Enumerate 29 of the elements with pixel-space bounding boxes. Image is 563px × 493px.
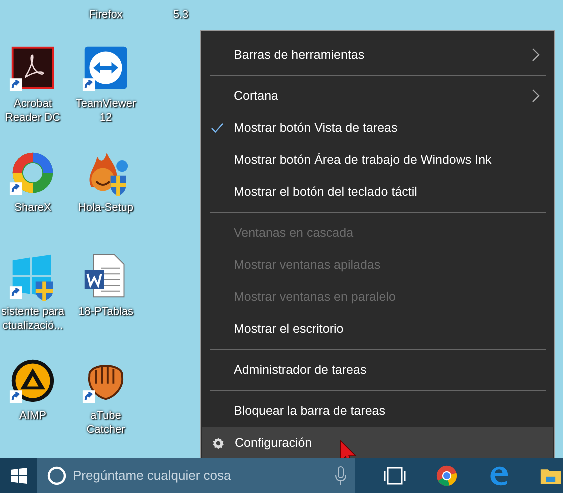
menu-item[interactable]: Cortana [201,80,554,112]
browser-icon[interactable] [435,464,459,486]
menu-item[interactable]: Barras de herramientas [201,39,554,71]
desktop-icon-label: AIMP [20,409,46,423]
menu-item[interactable]: Administrador de tareas [201,354,554,386]
desktop-icon-label: ShareX [14,201,52,215]
menu-item[interactable]: Mostrar botón Vista de tareas [201,112,554,144]
menu-item[interactable]: Mostrar el escritorio [201,313,554,345]
menu-item[interactable]: Mostrar el botón del teclado táctil [201,176,554,208]
desktop-icon-label: Firefox [89,8,123,22]
search-field[interactable]: Pregúntame cualquier cosa [73,468,335,483]
desktop-icon-label: sistente para ctualizació... [0,305,66,333]
circle-icon[interactable] [47,466,67,486]
menu-item[interactable]: Mostrar botón Área de trabajo de Windows Ink [201,144,554,176]
microphone-icon[interactable] [335,466,347,486]
desktop-icon-label: aTube Catcher [86,409,126,437]
menu-item[interactable]: Configuración [202,427,553,458]
pdf-logo-icon[interactable] [9,45,57,93]
settings-icon [212,436,225,450]
task-view-icon[interactable] [383,464,407,486]
desktop-icon-label: 5.3 [173,8,189,22]
windows-logo-icon[interactable] [10,468,26,484]
desktop-icon-label: Acrobat Reader DC [4,97,62,125]
search-box[interactable]: Pregúntame cualquier cosa [37,458,355,493]
menu-item[interactable]: Bloquear la barra de tareas [201,395,554,427]
double-arrow-icon[interactable] [82,45,130,93]
desktop-icon-label: TeamViewer 12 [74,97,138,125]
desktop-icon-label: Hola-Setup [78,201,134,215]
desktop-icon-label: 18-PTablas [78,305,134,319]
